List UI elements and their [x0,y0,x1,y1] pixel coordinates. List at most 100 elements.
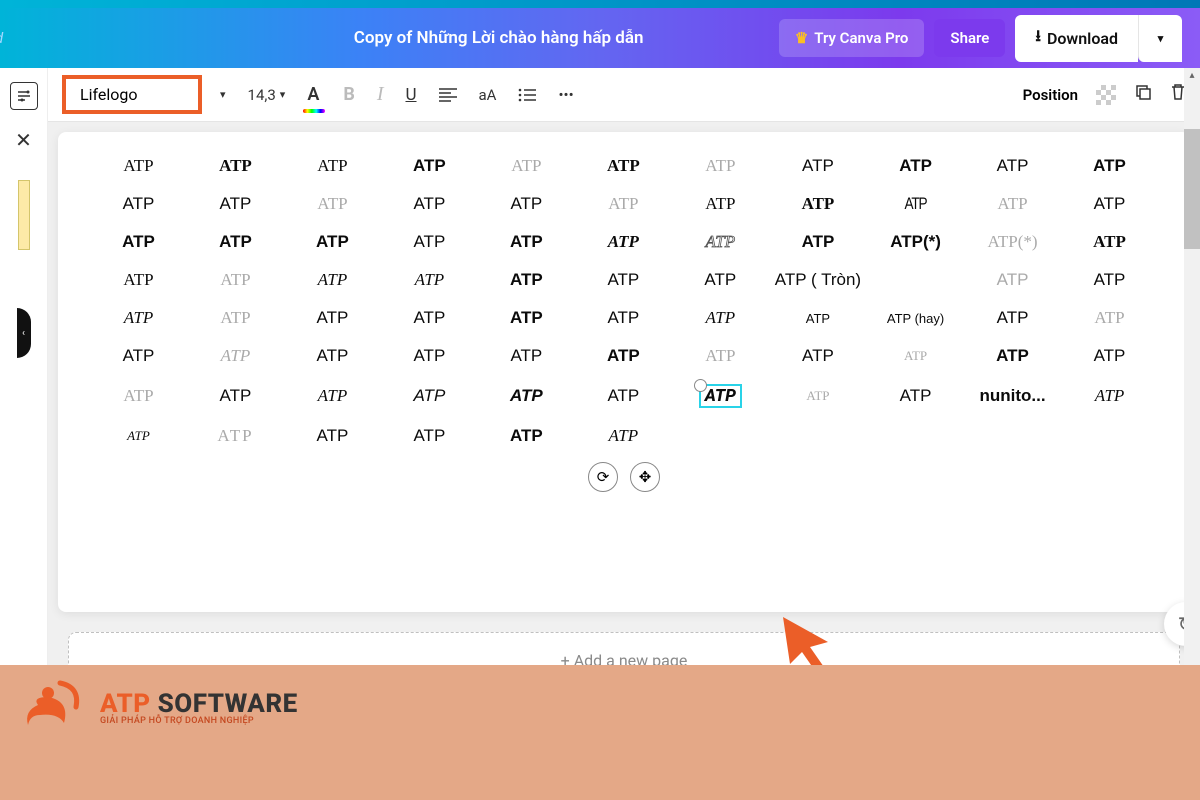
font-sample[interactable]: ATP [290,232,375,252]
font-sample[interactable]: ATP [775,388,861,404]
share-button[interactable]: Share [934,19,1005,57]
move-icon[interactable]: ✥ [630,462,660,492]
bold-button[interactable]: B [339,80,359,109]
font-sample[interactable]: ATP [678,156,763,176]
font-sample[interactable]: ATP [96,346,181,366]
transparency-button[interactable] [1096,85,1116,105]
font-sample[interactable]: ATP [581,270,666,290]
font-sample[interactable]: ATP [96,156,181,176]
font-sample[interactable]: ATP [193,194,278,214]
more-button[interactable]: ••• [554,82,577,108]
font-sample[interactable]: ATP [290,156,375,176]
font-sample[interactable]: ATP [290,308,375,328]
font-sample[interactable]: ATP [193,270,278,290]
font-sample[interactable]: ATP [1067,194,1152,214]
font-sample[interactable]: ATP [970,346,1055,366]
font-sample[interactable]: ATP [193,386,278,406]
font-sample[interactable]: ATP [1067,232,1152,252]
font-sample[interactable]: ATP [387,386,472,406]
font-sample[interactable]: ATP [581,386,666,406]
font-sample[interactable]: ATP [970,270,1055,290]
font-sample[interactable]: ATP [387,156,472,176]
font-sample[interactable]: ATP [387,308,472,328]
download-button[interactable]: ⭳ Download [1015,15,1138,62]
font-sample[interactable]: ATP [387,232,472,252]
font-sample[interactable]: ATP [970,194,1055,214]
font-sample[interactable]: ATP [882,194,950,214]
rotate-icon[interactable]: ⟳ [588,462,618,492]
font-sample[interactable]: ATP [96,308,181,328]
font-sample[interactable]: ATP [96,428,181,444]
font-sample[interactable]: ATP(*) [970,232,1055,252]
underline-button[interactable]: U [401,81,420,109]
font-sample[interactable]: ATP [1067,270,1152,290]
font-sample[interactable]: ATP [290,194,375,214]
font-sample[interactable]: ATP [484,386,569,406]
font-sample[interactable]: ATP [1067,386,1152,406]
design-canvas[interactable]: ATP ATP ATP ATP ATP ATP ATP ATP ATP ATP ATP ATP ATP A… [58,132,1190,612]
collapse-sidebar-button[interactable]: ‹ [17,308,31,358]
font-size-input[interactable]: 14,3 ▾ [244,82,290,108]
align-button[interactable] [435,84,461,106]
font-sample[interactable]: ATP [193,346,278,366]
font-sample[interactable]: ATP [484,346,569,366]
font-sample[interactable]: ATP [387,270,472,290]
font-sample[interactable]: ATP [1067,308,1152,328]
font-sample[interactable]: ATP [678,194,763,214]
font-sample[interactable]: ATP(*) [873,232,958,252]
list-button[interactable] [514,84,540,106]
document-title[interactable]: Copy of Những Lời chào hàng hấp dẫn [354,28,644,48]
font-sample[interactable]: ATP [1067,346,1152,366]
font-sample[interactable]: ATP [678,384,763,408]
font-sample[interactable]: ATP [581,156,666,176]
font-sample[interactable]: ATP [873,386,958,406]
font-sample[interactable]: ATP [775,311,861,326]
font-family-input[interactable]: Lifelogo [62,75,202,114]
font-sample[interactable]: ATP [484,308,569,328]
font-sample[interactable]: ATP [96,270,181,290]
font-sample[interactable]: ATP [96,386,181,406]
font-sample[interactable]: ATP [193,308,278,328]
font-sample[interactable]: ATP [678,270,763,290]
font-sample[interactable]: ATP [484,194,569,214]
scrollbar-thumb[interactable] [1184,129,1200,249]
font-sample[interactable]: ATP [387,194,472,214]
font-sample[interactable]: ATP [581,426,666,446]
font-sample[interactable]: ATP [484,270,569,290]
scroll-up-icon[interactable]: ▴ [1184,68,1200,84]
font-sample[interactable]: ATP [873,348,958,364]
italic-button[interactable]: I [373,79,388,110]
font-sample[interactable]: ATP [581,346,666,366]
font-sample[interactable]: ATP [290,270,375,290]
font-sample[interactable]: ATP (hay) [873,311,958,326]
font-sample[interactable]: ATP [678,232,763,252]
close-icon[interactable]: ✕ [15,128,32,152]
try-pro-button[interactable]: ♛ Try Canva Pro [779,19,925,57]
font-family-chevron-icon[interactable]: ▾ [216,84,230,105]
font-sample[interactable]: ATP [1067,156,1152,176]
font-sample[interactable]: ATP [775,194,861,214]
font-sample[interactable]: ATP [290,386,375,406]
font-sample[interactable]: ATP [581,232,666,252]
font-sample[interactable]: ATP [387,346,472,366]
font-sample[interactable]: ATP ( Tròn) [775,270,861,290]
text-color-button[interactable]: A [303,80,325,109]
copy-icon[interactable] [1134,83,1152,106]
font-sample[interactable]: ATP [484,232,569,252]
position-button[interactable]: Position [1023,86,1078,104]
font-sample[interactable]: ATP [484,426,569,446]
font-sample[interactable]: ATP [290,346,375,366]
font-sample[interactable]: ATP [193,426,278,446]
font-sample[interactable]: ATP [775,346,861,366]
page-thumbnail[interactable] [18,180,30,250]
text-case-button[interactable]: aA [475,82,501,108]
font-sample[interactable]: ATP [970,156,1055,176]
font-sample[interactable]: ATP [96,232,181,252]
font-sample[interactable]: ATP [290,426,375,446]
font-sample[interactable]: ATP [678,346,763,366]
settings-icon[interactable] [10,82,38,110]
font-sample[interactable]: ATP [775,156,861,176]
font-sample[interactable]: ATP [581,308,666,328]
font-sample[interactable]: ATP [387,426,472,446]
download-menu-button[interactable]: ▾ [1138,15,1182,62]
